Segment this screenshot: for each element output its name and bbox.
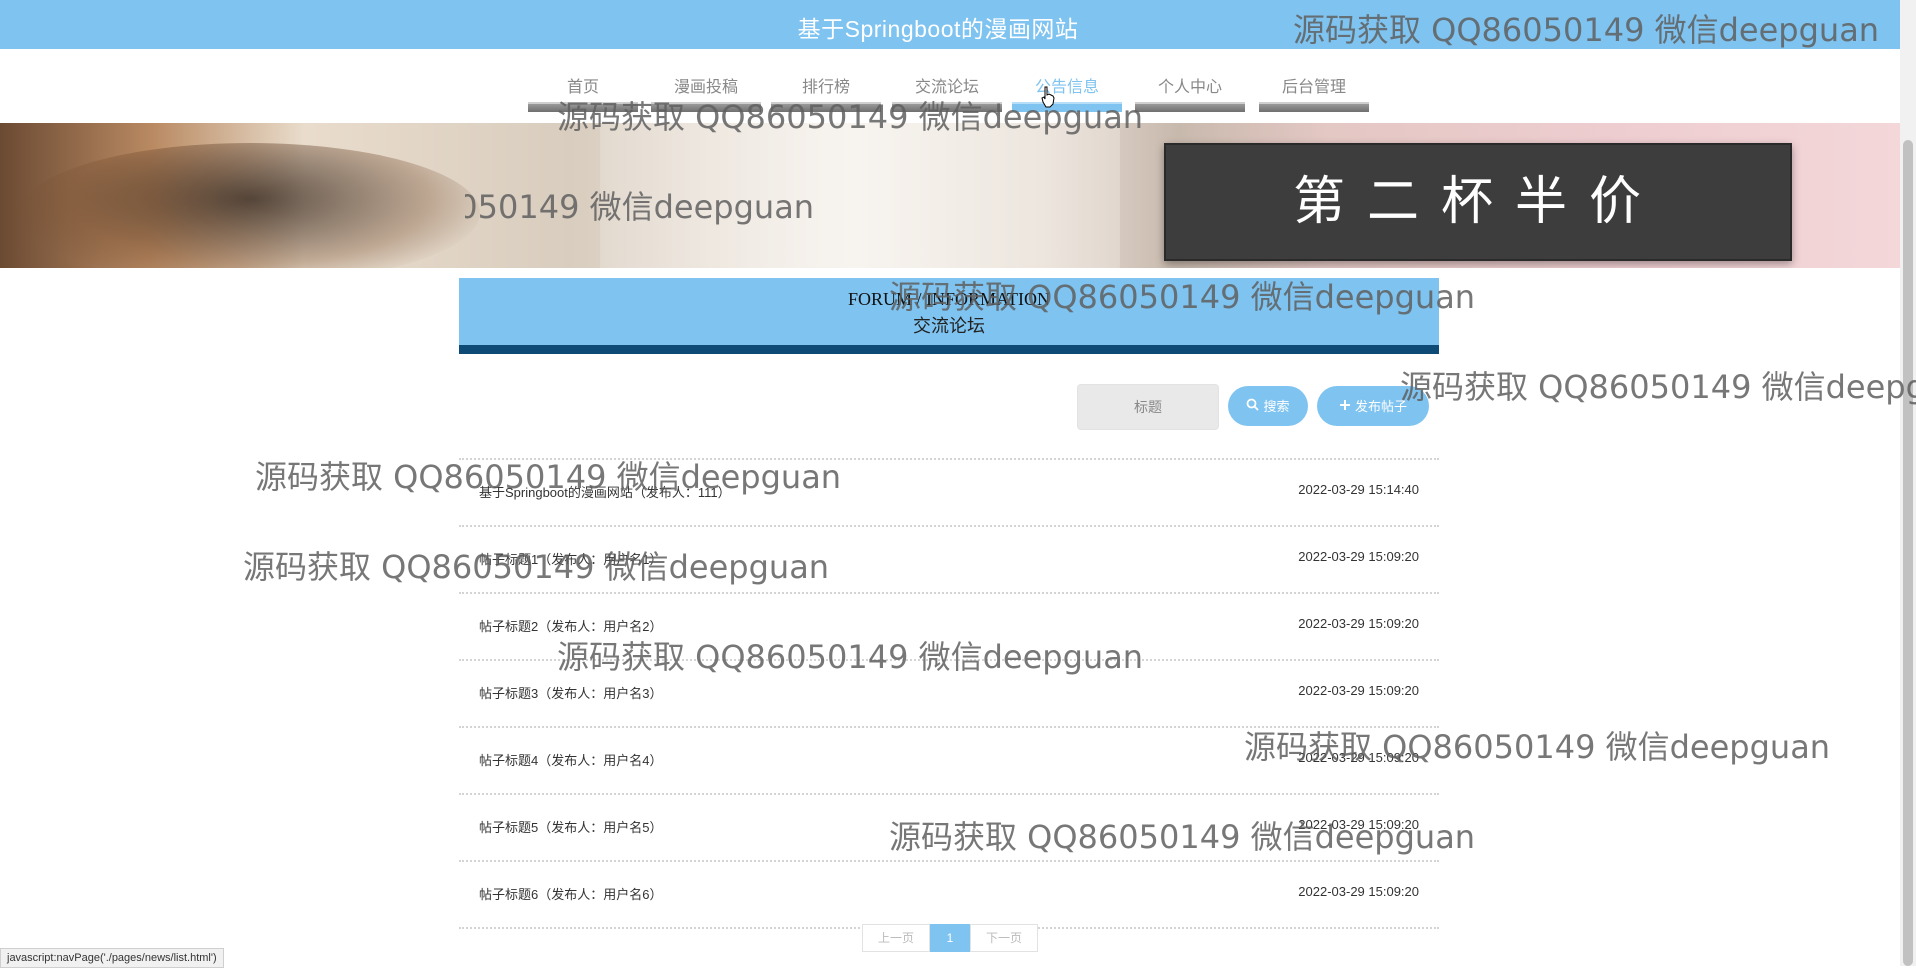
post-title[interactable]: 帖子标题3（发布人：用户名3） [479, 683, 662, 702]
banner-coffee-shape [20, 143, 480, 268]
nav-item-label: 公告信息 [1034, 79, 1099, 96]
watermark: 源码获取 QQ86050149 微信deepguan [1400, 368, 1916, 406]
list-item[interactable]: 帖子标题6（发布人：用户名6） 2022-03-29 15:09:20 [459, 860, 1439, 929]
nav-item-home[interactable]: 首页 [528, 60, 638, 112]
list-item[interactable]: 基于Springboot的漫画网站（发布人：111） 2022-03-29 15… [459, 458, 1439, 525]
section-title-en: FORUM / INFORMATION [847, 289, 1051, 309]
search-input[interactable]: 标题 [1077, 384, 1219, 430]
nav-item-announcements[interactable]: 公告信息 [1012, 60, 1122, 112]
status-bar-url: javascript:navPage('./pages/news/list.ht… [0, 948, 224, 968]
nav-item-ranking[interactable]: 排行榜 [771, 60, 881, 112]
nav-item-admin[interactable]: 后台管理 [1259, 60, 1369, 112]
post-title[interactable]: 帖子标题5（发布人：用户名5） [479, 817, 662, 836]
list-item[interactable]: 帖子标题4（发布人：用户名4） 2022-03-29 15:09:20 [459, 726, 1439, 793]
post-time: 2022-03-29 15:09:20 [1298, 549, 1419, 564]
new-post-button-label: 发布帖子 [1354, 399, 1407, 414]
nav-item-label: 漫画投稿 [673, 79, 738, 96]
post-time: 2022-03-29 15:09:20 [1298, 616, 1419, 631]
nav-item-label: 首页 [566, 79, 599, 96]
nav-item-bar [651, 102, 761, 112]
nav-item-bar [892, 102, 1002, 112]
post-title[interactable]: 基于Springboot的漫画网站（发布人：111） [479, 482, 731, 501]
new-post-button[interactable]: 发布帖子 [1317, 386, 1429, 426]
nav-item-bar [1012, 102, 1122, 112]
list-item[interactable]: 帖子标题2（发布人：用户名2） 2022-03-29 15:09:20 [459, 592, 1439, 659]
nav-item-forum[interactable]: 交流论坛 [892, 60, 1002, 112]
post-title[interactable]: 帖子标题4（发布人：用户名4） [479, 750, 662, 769]
page-scrollbar[interactable] [1900, 0, 1916, 966]
post-title[interactable]: 帖子标题6（发布人：用户名6） [479, 884, 662, 903]
nav-item-label: 个人中心 [1157, 79, 1222, 96]
current-page-button[interactable]: 1 [930, 924, 970, 952]
post-time: 2022-03-29 15:09:20 [1298, 884, 1419, 899]
scrollbar-thumb[interactable] [1903, 140, 1913, 966]
banner-image: 第二杯半价 [0, 123, 1900, 268]
post-time: 2022-03-29 15:14:40 [1298, 482, 1419, 497]
nav-item-label: 排行榜 [801, 79, 850, 96]
post-time: 2022-03-29 15:09:20 [1298, 750, 1419, 765]
section-title-cn: 交流论坛 [913, 316, 985, 336]
nav-item-comic-submit[interactable]: 漫画投稿 [651, 60, 761, 112]
post-title[interactable]: 帖子标题1（发布人：用户名1） [479, 549, 662, 568]
next-page-button[interactable]: 下一页 [970, 924, 1038, 952]
list-item[interactable]: 帖子标题3（发布人：用户名3） 2022-03-29 15:09:20 [459, 659, 1439, 726]
nav-item-personal-center[interactable]: 个人中心 [1135, 60, 1245, 112]
top-bar: 基于Springboot的漫画网站 [0, 0, 1900, 49]
search-button-label: 搜索 [1263, 399, 1290, 414]
banner-cup-shape [600, 123, 1120, 268]
nav-item-bar [771, 102, 881, 112]
nav-item-bar [528, 102, 638, 112]
search-icon [1246, 386, 1260, 426]
list-item[interactable]: 帖子标题1（发布人：用户名1） 2022-03-29 15:09:20 [459, 525, 1439, 592]
section-header: FORUM / INFORMATION 交流论坛 [459, 278, 1439, 354]
nav-item-bar [1259, 102, 1369, 112]
banner-promo-sign: 第二杯半价 [1164, 143, 1792, 261]
nav-item-label: 后台管理 [1281, 79, 1346, 96]
post-time: 2022-03-29 15:09:20 [1298, 817, 1419, 832]
prev-page-button[interactable]: 上一页 [862, 924, 930, 952]
site-title: 基于Springboot的漫画网站 [797, 16, 1079, 42]
search-button[interactable]: 搜索 [1228, 386, 1308, 426]
nav-item-bar [1135, 102, 1245, 112]
list-item[interactable]: 帖子标题5（发布人：用户名5） 2022-03-29 15:09:20 [459, 793, 1439, 860]
post-time: 2022-03-29 15:09:20 [1298, 683, 1419, 698]
plus-icon [1339, 386, 1351, 426]
mouse-pointer-icon [1041, 86, 1055, 108]
post-title[interactable]: 帖子标题2（发布人：用户名2） [479, 616, 662, 635]
post-list: 基于Springboot的漫画网站（发布人：111） 2022-03-29 15… [459, 458, 1439, 929]
pagination: 上一页 1 下一页 [862, 924, 1038, 952]
nav-item-label: 交流论坛 [914, 79, 979, 96]
